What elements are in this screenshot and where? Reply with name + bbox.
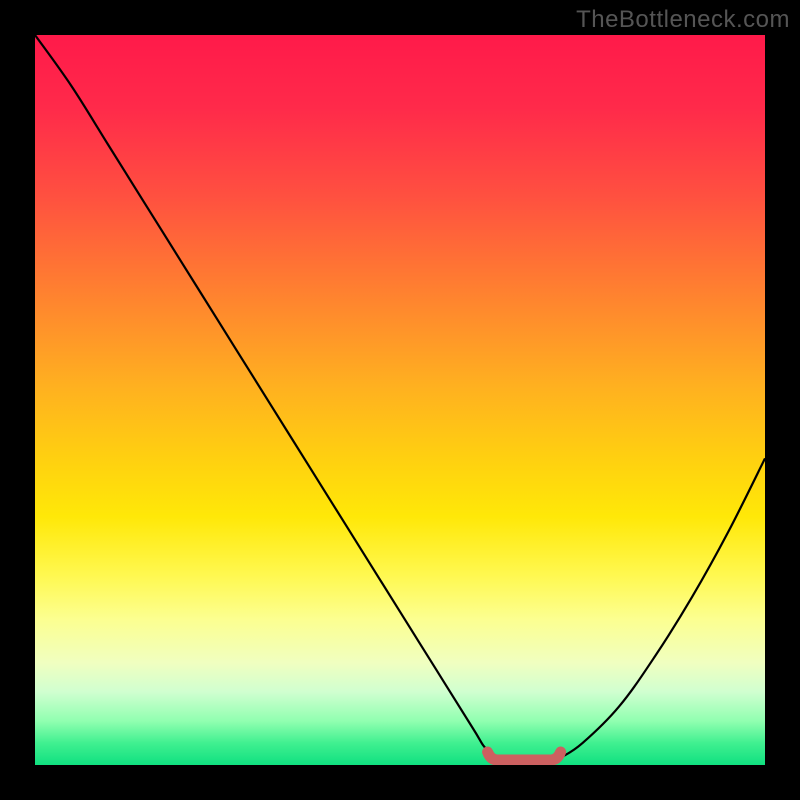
chart-plot-area bbox=[35, 35, 765, 765]
watermark-text: TheBottleneck.com bbox=[576, 6, 790, 34]
optimal-zone-marker bbox=[488, 752, 561, 760]
chart-svg bbox=[35, 35, 765, 765]
bottleneck-curve-line bbox=[35, 35, 765, 765]
